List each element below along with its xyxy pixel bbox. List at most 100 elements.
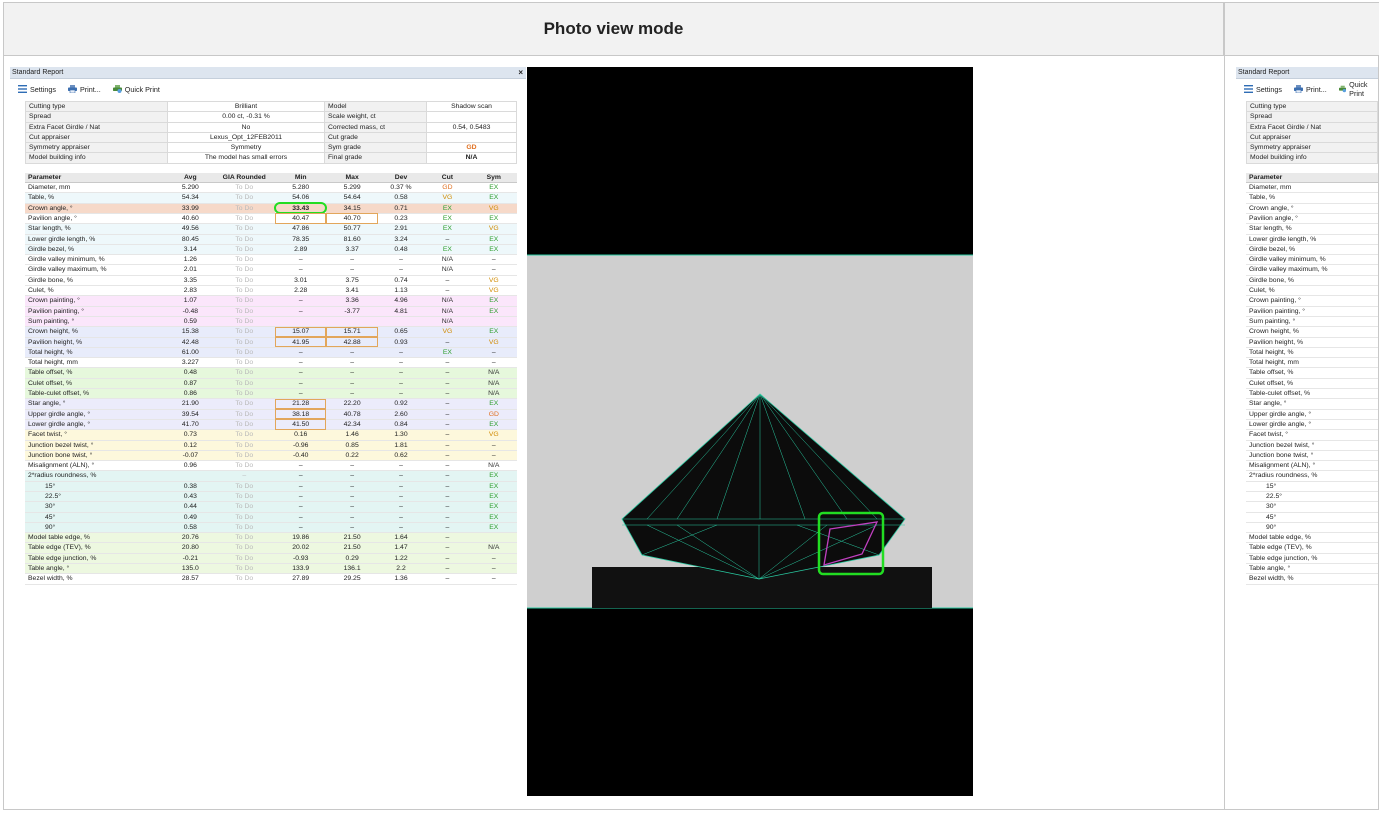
cell-sym: – (470, 553, 517, 565)
cell-max: – (326, 491, 378, 503)
column-header[interactable]: Avg (167, 172, 214, 184)
column-header[interactable]: Min (275, 172, 327, 184)
table-row: Table offset, % (1246, 367, 1378, 379)
cell-max: -3.77 (326, 306, 378, 317)
cell-avg: -0.48 (167, 306, 214, 317)
table-row: Girdle bone, % 3.35 To Do 3.01 3.75 0.74– VG (25, 275, 517, 287)
cell-cut: – (424, 234, 471, 245)
table-row: Girdle bezel, % (1246, 244, 1378, 256)
table-row: Lower girdle angle, ° 41.70 To Do 41.50 42.3… (25, 419, 517, 431)
cell-p: Culet, % (25, 285, 168, 297)
cell-sym: EX (470, 470, 517, 482)
cell-gia: To Do (213, 553, 276, 565)
summary-row: Spread 0.00 ct, -0.31 % Scale weight, ct (25, 111, 517, 123)
column-header[interactable]: Dev (377, 172, 425, 184)
column-header[interactable]: Max (326, 172, 378, 184)
summary-row: Cut appraiser (1246, 131, 1378, 144)
table-row: Star length, % (1246, 223, 1378, 235)
cell-max: 3.75 (326, 275, 378, 287)
cell-max: 50.77 (326, 223, 378, 235)
cell-gia: To Do (213, 532, 276, 544)
cell-min: -0.40 (275, 450, 327, 462)
report-toolbar: Settings Print... Quick Print (10, 79, 526, 99)
summary-value: Shadow scan (426, 100, 517, 113)
cell-max: 34.15 (326, 203, 378, 214)
cell-p: Pavilion painting, ° (1246, 306, 1378, 317)
cell-max: – (326, 512, 378, 523)
cell-p: Girdle valley maximum, % (1246, 264, 1378, 276)
photo-view[interactable] (527, 67, 973, 796)
parameters-table: Parameter Avg GIA Rounded Min Max Dev Cut Sym D… (25, 172, 517, 585)
cell-cut: – (424, 409, 471, 420)
table-row: Table edge junction, % (1246, 553, 1378, 565)
cell-max: 22.20 (326, 398, 378, 410)
column-header[interactable]: Cut (424, 172, 471, 184)
cell-max: – (326, 481, 378, 492)
cell-avg (167, 470, 214, 482)
cell-gia: To Do (213, 316, 276, 328)
cell-cut: – (424, 522, 471, 534)
window-title-secondary: Standard Report (1238, 69, 1290, 76)
cell-cut: – (424, 573, 471, 585)
cell-avg: 41.70 (167, 419, 214, 431)
close-icon[interactable]: × (518, 67, 523, 78)
cell-sym: – (470, 254, 517, 266)
cell-p: 22.5° (25, 491, 168, 503)
cell-sym: N/A (470, 388, 517, 400)
cell-p: 22.5° (1246, 491, 1378, 503)
cell-gia: To Do (213, 264, 276, 276)
cell-min: – (275, 460, 327, 472)
quick-print-button-secondary[interactable]: Quick Print (1338, 80, 1378, 98)
cell-min (275, 316, 327, 328)
summary-key: Symmetry appraiser (1246, 142, 1378, 154)
cell-min: – (275, 378, 327, 390)
cell-avg: 3.14 (167, 244, 214, 256)
cell-gia: To Do (213, 367, 276, 379)
table-row: Crown height, % (1246, 326, 1378, 338)
cell-sym: N/A (470, 460, 517, 472)
cell-p: 2*radius roundness, % (1246, 470, 1378, 482)
cell-cut: – (424, 367, 471, 379)
cell-cut: – (424, 285, 471, 297)
column-header[interactable]: Parameter (25, 172, 168, 184)
cell-gia: To Do (213, 573, 276, 585)
cell-cut: – (424, 450, 471, 462)
print-button-secondary[interactable]: Print... (1293, 85, 1327, 94)
cell-avg: 54.34 (167, 192, 214, 204)
cell-min: 27.89 (275, 573, 327, 585)
window-titlebar-secondary: Standard Report (1236, 67, 1378, 79)
cell-gia: To Do (213, 223, 276, 235)
cell-max: 40.70 (326, 213, 378, 225)
cell-avg: 135.0 (167, 563, 214, 575)
settings-button[interactable]: Settings (18, 85, 56, 94)
cell-avg: -0.21 (167, 553, 214, 565)
cell-p: Culet, % (1246, 285, 1378, 297)
summary-value: N/A (426, 152, 517, 164)
cell-p: Junction bezel twist, ° (25, 440, 168, 451)
table-row: Junction bezel twist, ° 0.12 To Do -0.96 0.8… (25, 440, 517, 451)
cell-cut: – (424, 337, 471, 348)
cell-p: Table angle, ° (1246, 563, 1378, 575)
settings-button-secondary[interactable]: Settings (1244, 85, 1282, 94)
cell-cut: – (424, 501, 471, 513)
table-row: Crown painting, ° 1.07 To Do –3.36 4.96 N/A EX (25, 295, 517, 307)
cell-dev: – (377, 378, 425, 390)
cell-min: 54.06 (275, 192, 327, 204)
cell-gia: To Do (213, 347, 276, 359)
cell-min[interactable]: 33.43 (274, 202, 328, 215)
cell-min: 21.28 (275, 398, 327, 410)
summary-key: Model building info (25, 152, 168, 164)
column-header[interactable]: Sym (470, 172, 517, 184)
report-toolbar-secondary: Settings Print... Quick Print (1236, 79, 1378, 99)
cell-gia: To Do (213, 450, 276, 462)
cell-dev: 2.91 (377, 223, 425, 235)
cell-p: Total height, % (1246, 347, 1378, 359)
column-header[interactable]: GIA Rounded (213, 172, 276, 184)
cell-min: 20.02 (275, 542, 327, 554)
summary-value: The model has small errors (167, 152, 325, 164)
table-row: Girdle valley maximum, % 2.01 To Do – – – N/A – (25, 264, 517, 276)
table-row: Junction bone twist, ° (1246, 450, 1378, 462)
print-button[interactable]: Print... (67, 85, 101, 94)
cell-gia: To Do (213, 419, 276, 431)
quick-print-button[interactable]: Quick Print (112, 85, 160, 94)
